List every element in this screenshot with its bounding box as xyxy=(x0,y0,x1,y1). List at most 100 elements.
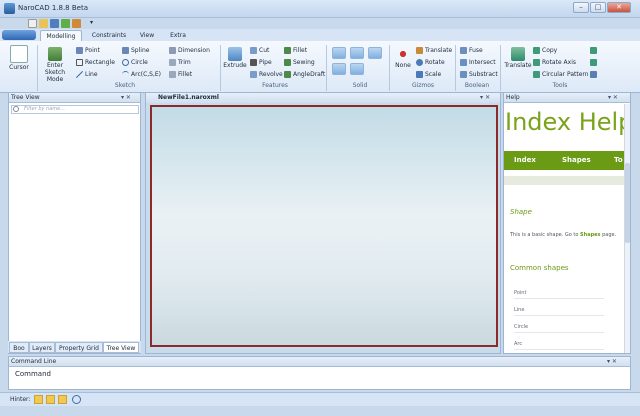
rectangle-tool[interactable]: Rectangle xyxy=(76,59,115,66)
filter-input[interactable]: Filter by name... xyxy=(11,105,139,114)
rotate-axis-tool[interactable]: Rotate Axis xyxy=(533,59,576,66)
torus-solid-icon[interactable] xyxy=(350,63,364,75)
spline-tool[interactable]: Spline xyxy=(122,47,149,54)
circle-icon xyxy=(122,59,129,66)
tab-modelling[interactable]: Modelling xyxy=(40,30,82,41)
rectangle-icon xyxy=(76,59,83,66)
help-shape-arc: Arc xyxy=(514,341,604,350)
point-tool[interactable]: Point xyxy=(76,47,100,54)
title-bar: NaroCAD 1.8.8 Beta – □ ✕ xyxy=(0,0,640,18)
fillet-tool[interactable]: Fillet xyxy=(284,47,307,54)
none-gizmo-icon xyxy=(396,47,410,61)
app-title: NaroCAD 1.8.8 Beta xyxy=(18,4,89,12)
tools-translate-button[interactable]: Translate xyxy=(503,47,533,69)
array-icon xyxy=(590,59,597,66)
scale-gizmo[interactable]: Scale xyxy=(416,71,441,78)
cone-solid-icon[interactable] xyxy=(332,63,346,75)
document-tab-bar: NewFile1.naroxml ▾ ✕ xyxy=(146,93,500,103)
arc-tool[interactable]: Arc(C,S,E) xyxy=(122,71,161,78)
open-file-icon[interactable] xyxy=(39,19,48,28)
tab-view[interactable]: View xyxy=(136,30,158,41)
intersect-tool[interactable]: Intersect xyxy=(460,59,496,66)
help-nav-to[interactable]: To xyxy=(614,156,623,164)
enter-sketch-mode-button[interactable]: Enter Sketch Mode xyxy=(38,47,72,83)
scale-icon xyxy=(416,71,423,78)
extra-tool-3[interactable] xyxy=(590,71,597,78)
fillet-label: Fillet xyxy=(293,47,308,54)
snap-point-icon[interactable] xyxy=(46,395,55,404)
revolve-tool[interactable]: Revolve xyxy=(250,71,283,78)
maximize-button[interactable]: □ xyxy=(590,2,606,13)
angledraft-label: AngleDraft xyxy=(293,71,326,78)
save-icon[interactable] xyxy=(50,19,59,28)
translate-label: Translate xyxy=(425,47,453,54)
arc-label: Arc(C,S,E) xyxy=(131,71,162,78)
redo-icon[interactable] xyxy=(72,19,81,28)
snap-edge-icon[interactable] xyxy=(58,395,67,404)
copy-tool[interactable]: Copy xyxy=(533,47,557,54)
cursor-button[interactable]: Cursor xyxy=(2,45,36,71)
angledraft-tool[interactable]: AngleDraft xyxy=(284,71,325,78)
snap-grid-icon[interactable] xyxy=(34,395,43,404)
gizmo-none-button[interactable]: None xyxy=(392,47,414,69)
cmd-pin-icon[interactable]: ▾ ✕ xyxy=(607,357,617,367)
translate-icon xyxy=(416,47,423,54)
extra-tool-2[interactable] xyxy=(590,59,597,66)
scale-label: Scale xyxy=(425,71,442,78)
extrude-button[interactable]: Extrude xyxy=(223,47,247,69)
circle-tool[interactable]: Circle xyxy=(122,59,148,66)
cut-tool[interactable]: Cut xyxy=(250,47,269,54)
help-shape-point: Point xyxy=(514,290,604,299)
extra-tool-1[interactable] xyxy=(590,47,597,54)
pin-icon[interactable]: ▾ ✕ xyxy=(121,93,131,103)
sketch-mode-icon xyxy=(48,47,62,61)
tree-view-panel: Tree View ▾ ✕ Filter by name... xyxy=(8,92,141,354)
help-content: Index Help Index Shapes To Shape This is… xyxy=(504,104,624,353)
line-tool[interactable]: Line xyxy=(76,71,98,78)
trim-tool[interactable]: Trim xyxy=(169,59,191,66)
revolve-icon xyxy=(250,71,257,78)
doc-close-icon[interactable]: ▾ ✕ xyxy=(480,93,490,103)
3d-viewport[interactable] xyxy=(150,105,498,347)
translate-gizmo[interactable]: Translate xyxy=(416,47,452,54)
circular-pattern-tool[interactable]: Circular Pattern xyxy=(533,71,589,78)
minimize-button[interactable]: – xyxy=(573,2,589,13)
rotate-gizmo[interactable]: Rotate xyxy=(416,59,445,66)
circular-pattern-icon xyxy=(533,71,540,78)
cursor-icon xyxy=(10,45,28,63)
sewing-icon xyxy=(284,59,291,66)
qat-dropdown-icon[interactable]: ▾ xyxy=(90,19,99,28)
sketch-fillet-tool[interactable]: Fillet xyxy=(169,71,192,78)
close-button[interactable]: ✕ xyxy=(607,2,631,13)
snap-circle-icon[interactable] xyxy=(72,395,81,404)
new-file-icon[interactable] xyxy=(28,19,37,28)
command-input[interactable]: Command xyxy=(15,370,51,378)
sphere-solid-icon[interactable] xyxy=(350,47,364,59)
substract-tool[interactable]: Substract xyxy=(460,71,498,78)
pipe-tool[interactable]: Pipe xyxy=(250,59,272,66)
help-shapes-link[interactable]: Shapes xyxy=(580,232,600,238)
rotate-axis-icon xyxy=(533,59,540,66)
undo-icon[interactable] xyxy=(61,19,70,28)
none-label: None xyxy=(395,62,411,69)
tab-constraints[interactable]: Constraints xyxy=(88,30,130,41)
cylinder-solid-icon[interactable] xyxy=(368,47,382,59)
sewing-tool[interactable]: Sewing xyxy=(284,59,315,66)
tab-property-grid[interactable]: Property Grid xyxy=(55,342,103,353)
application-menu-button[interactable] xyxy=(2,30,36,40)
help-pin-icon[interactable]: ▾ ✕ xyxy=(608,93,618,103)
help-scroll-thumb[interactable] xyxy=(625,163,630,243)
help-nav-index[interactable]: Index xyxy=(514,156,536,164)
tab-tree-view[interactable]: Tree View xyxy=(103,342,139,353)
tab-boo[interactable]: Boo xyxy=(9,342,29,353)
document-tab[interactable]: NewFile1.naroxml xyxy=(158,93,219,103)
fuse-tool[interactable]: Fuse xyxy=(460,47,483,54)
tab-layers[interactable]: Layers xyxy=(29,342,55,353)
dimension-tool[interactable]: Dimension xyxy=(169,47,210,54)
rotate-label: Rotate xyxy=(425,59,445,66)
rectangle-label: Rectangle xyxy=(85,59,115,66)
extrude-icon xyxy=(228,47,242,61)
box-solid-icon[interactable] xyxy=(332,47,346,59)
help-nav-shapes[interactable]: Shapes xyxy=(562,156,591,164)
tab-extra[interactable]: Extra xyxy=(166,30,190,41)
